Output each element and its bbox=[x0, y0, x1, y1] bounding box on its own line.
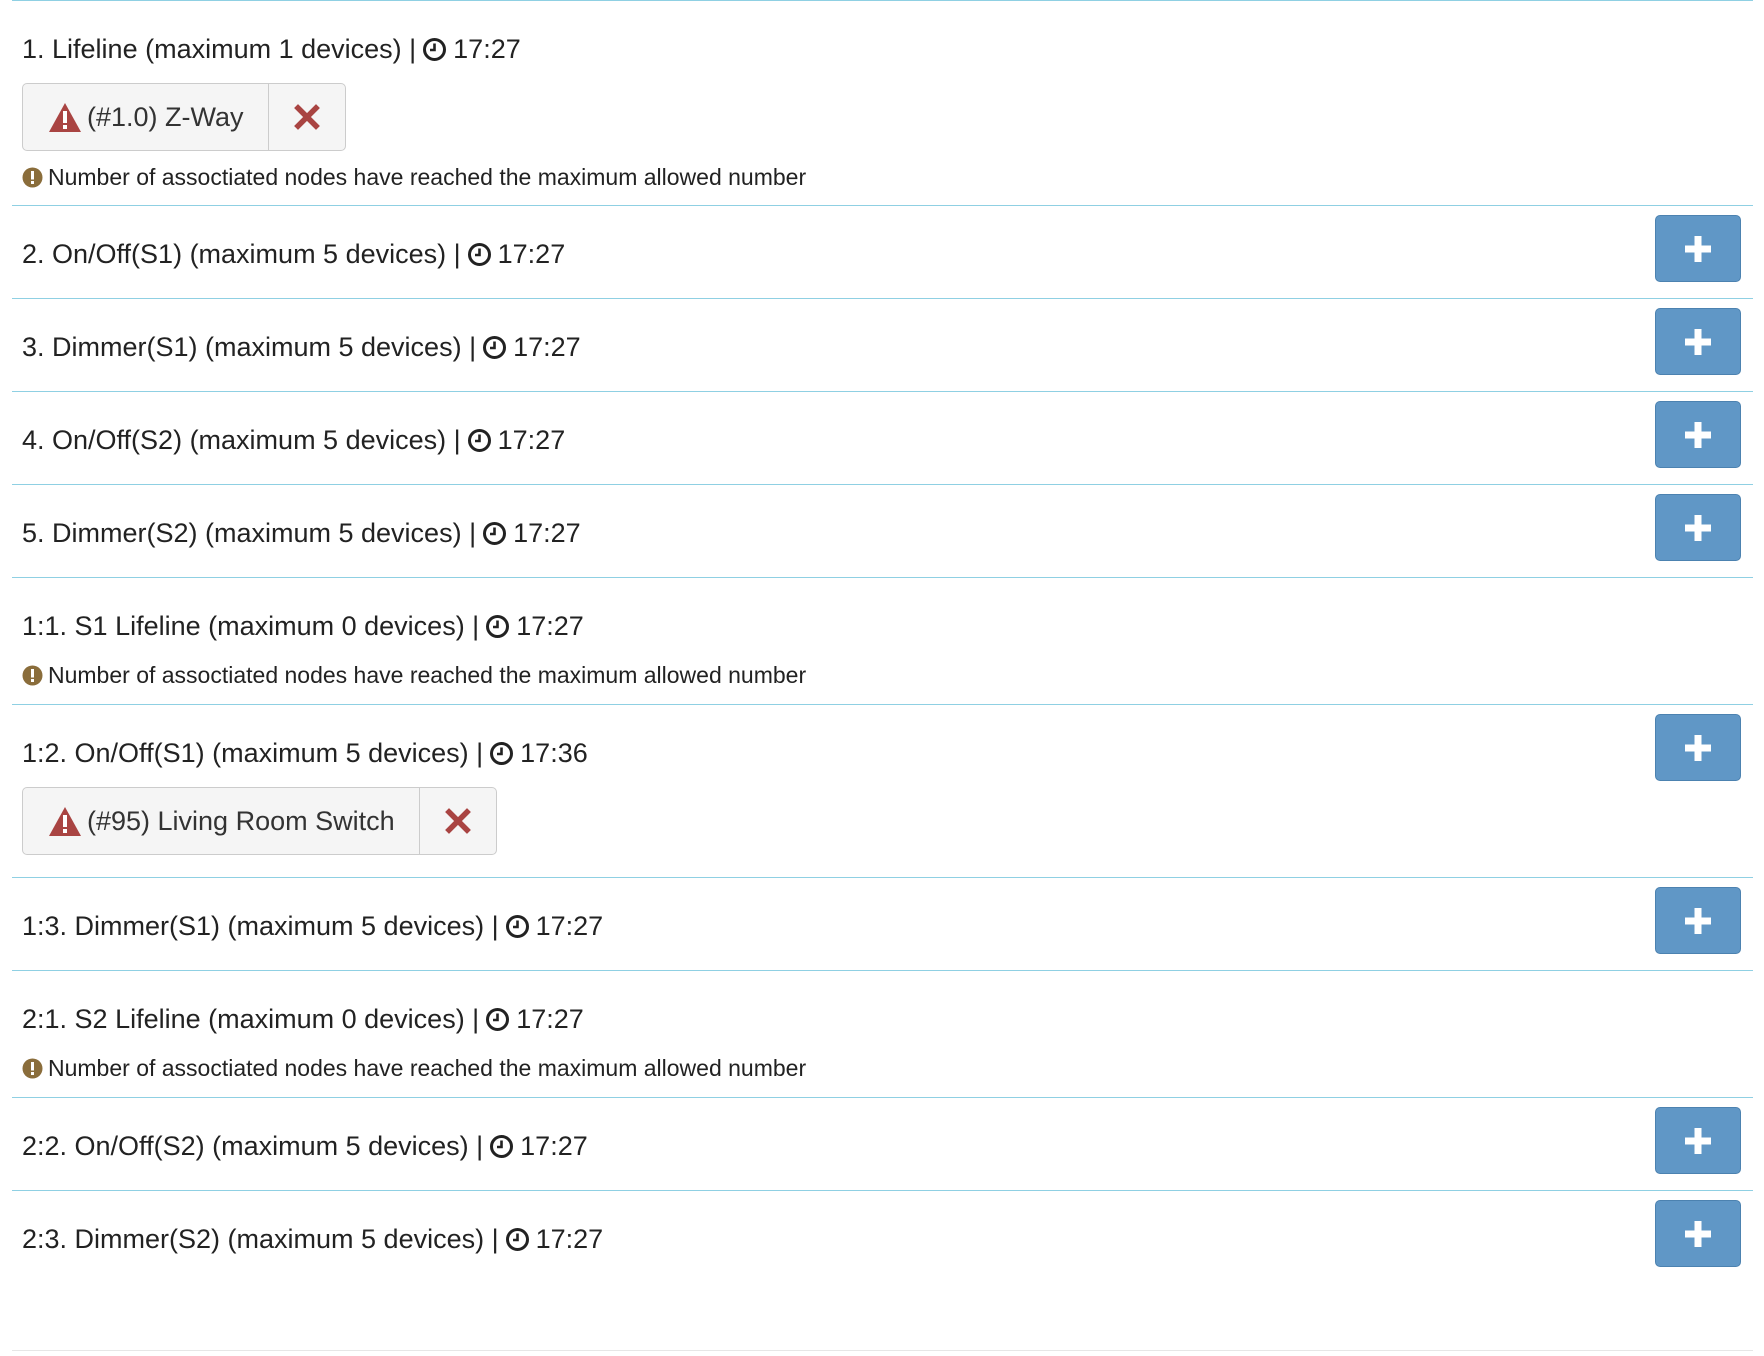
group-title: 4. On/Off(S2) (maximum 5 devices) | 17:2… bbox=[22, 422, 565, 458]
group-title: 2:1. S2 Lifeline (maximum 0 devices) | 1… bbox=[22, 1001, 584, 1037]
association-group: 1:2. On/Off(S1) (maximum 5 devices) | 17… bbox=[12, 704, 1753, 877]
group-time: 17:27 bbox=[513, 518, 581, 548]
node-label: (#1.0) Z-Way bbox=[23, 84, 269, 150]
plus-icon bbox=[1685, 734, 1711, 761]
association-group: 2:1. S2 Lifeline (maximum 0 devices) | 1… bbox=[12, 970, 1753, 1097]
group-title: 1. Lifeline (maximum 1 devices) | 17:27 bbox=[22, 31, 521, 67]
clock-icon bbox=[485, 614, 510, 639]
notice-text: Number of assoctiated nodes have reached… bbox=[48, 164, 807, 190]
group-title-text: 1:1. S1 Lifeline (maximum 0 devices) | bbox=[22, 611, 480, 641]
node-label-text: (#1.0) Z-Way bbox=[87, 101, 244, 132]
group-time: 17:27 bbox=[497, 239, 566, 269]
warning-triangle-icon bbox=[47, 101, 83, 134]
group-time: 17:27 bbox=[497, 425, 566, 455]
exclamation-circle-icon bbox=[22, 167, 43, 188]
clock-icon bbox=[482, 335, 507, 360]
add-node-button[interactable] bbox=[1655, 401, 1741, 468]
clock-icon bbox=[505, 914, 530, 939]
association-group: 4. On/Off(S2) (maximum 5 devices) | 17:2… bbox=[12, 391, 1753, 484]
group-title: 5. Dimmer(S2) (maximum 5 devices) | 17:2… bbox=[22, 515, 581, 551]
plus-icon bbox=[1685, 514, 1711, 541]
group-title-text: 1. Lifeline (maximum 1 devices) | bbox=[22, 34, 417, 64]
association-group: 1. Lifeline (maximum 1 devices) | 17:27 … bbox=[12, 0, 1753, 205]
group-title: 1:1. S1 Lifeline (maximum 0 devices) | 1… bbox=[22, 608, 584, 644]
group-time: 17:27 bbox=[535, 911, 604, 941]
close-x-icon bbox=[444, 808, 471, 834]
group-title-text: 2:1. S2 Lifeline (maximum 0 devices) | bbox=[22, 1004, 480, 1034]
plus-icon bbox=[1685, 421, 1711, 448]
add-node-button[interactable] bbox=[1655, 1200, 1741, 1267]
notice-text: Number of assoctiated nodes have reached… bbox=[48, 1055, 807, 1081]
association-group-list: 1. Lifeline (maximum 1 devices) | 17:27 … bbox=[12, 0, 1753, 1325]
add-node-button[interactable] bbox=[1655, 494, 1741, 561]
association-group: 2. On/Off(S1) (maximum 5 devices) | 17:2… bbox=[12, 205, 1753, 298]
group-title-text: 2:2. On/Off(S2) (maximum 5 devices) | bbox=[22, 1131, 484, 1161]
warning-triangle-icon bbox=[47, 805, 83, 838]
group-title-text: 1:2. On/Off(S1) (maximum 5 devices) | bbox=[22, 738, 484, 768]
group-title: 3. Dimmer(S1) (maximum 5 devices) | 17:2… bbox=[22, 329, 581, 365]
association-group: 2:3. Dimmer(S2) (maximum 5 devices) | 17… bbox=[12, 1190, 1753, 1325]
group-title-text: 4. On/Off(S2) (maximum 5 devices) | bbox=[22, 425, 461, 455]
group-time: 17:36 bbox=[520, 738, 588, 768]
add-node-button[interactable] bbox=[1655, 714, 1741, 781]
plus-icon bbox=[1685, 1220, 1711, 1247]
plus-icon bbox=[1685, 1127, 1711, 1154]
clock-icon bbox=[489, 1134, 514, 1159]
group-time: 17:27 bbox=[453, 34, 521, 64]
plus-icon bbox=[1685, 328, 1711, 355]
add-node-button[interactable] bbox=[1655, 308, 1741, 375]
max-reached-notice: Number of assoctiated nodes have reached… bbox=[22, 164, 806, 191]
group-title: 1:3. Dimmer(S1) (maximum 5 devices) | 17… bbox=[22, 908, 603, 944]
clock-icon bbox=[505, 1227, 530, 1252]
group-title: 2:2. On/Off(S2) (maximum 5 devices) | 17… bbox=[22, 1128, 588, 1164]
group-title: 2:3. Dimmer(S2) (maximum 5 devices) | 17… bbox=[22, 1221, 603, 1257]
exclamation-circle-icon bbox=[22, 1058, 43, 1079]
association-group: 3. Dimmer(S1) (maximum 5 devices) | 17:2… bbox=[12, 298, 1753, 391]
group-time: 17:27 bbox=[513, 332, 581, 362]
group-title: 2. On/Off(S1) (maximum 5 devices) | 17:2… bbox=[22, 236, 565, 272]
list-bottom-divider bbox=[12, 1350, 1753, 1351]
add-node-button[interactable] bbox=[1655, 887, 1741, 954]
clock-icon bbox=[422, 37, 447, 62]
associated-node: (#95) Living Room Switch bbox=[22, 787, 497, 855]
group-title-text: 2:3. Dimmer(S2) (maximum 5 devices) | bbox=[22, 1224, 499, 1254]
association-group: 1:1. S1 Lifeline (maximum 0 devices) | 1… bbox=[12, 577, 1753, 704]
clock-icon bbox=[467, 242, 492, 267]
remove-node-button[interactable] bbox=[269, 84, 345, 150]
association-group: 1:3. Dimmer(S1) (maximum 5 devices) | 17… bbox=[12, 877, 1753, 970]
add-node-button[interactable] bbox=[1655, 215, 1741, 282]
group-title: 1:2. On/Off(S1) (maximum 5 devices) | 17… bbox=[22, 735, 588, 771]
node-label: (#95) Living Room Switch bbox=[23, 788, 420, 854]
group-time: 17:27 bbox=[516, 611, 584, 641]
clock-icon bbox=[485, 1007, 510, 1032]
clock-icon bbox=[482, 521, 507, 546]
plus-icon bbox=[1685, 907, 1711, 934]
add-node-button[interactable] bbox=[1655, 1107, 1741, 1174]
association-group: 2:2. On/Off(S2) (maximum 5 devices) | 17… bbox=[12, 1097, 1753, 1190]
max-reached-notice: Number of assoctiated nodes have reached… bbox=[22, 1055, 806, 1082]
group-title-text: 5. Dimmer(S2) (maximum 5 devices) | bbox=[22, 518, 477, 548]
remove-node-button[interactable] bbox=[420, 788, 496, 854]
close-x-icon bbox=[293, 104, 320, 130]
group-time: 17:27 bbox=[520, 1131, 588, 1161]
group-time: 17:27 bbox=[535, 1224, 604, 1254]
clock-icon bbox=[489, 741, 514, 766]
association-group: 5. Dimmer(S2) (maximum 5 devices) | 17:2… bbox=[12, 484, 1753, 577]
exclamation-circle-icon bbox=[22, 665, 43, 686]
notice-text: Number of assoctiated nodes have reached… bbox=[48, 662, 807, 688]
associated-node: (#1.0) Z-Way bbox=[22, 83, 346, 151]
plus-icon bbox=[1685, 235, 1711, 262]
max-reached-notice: Number of assoctiated nodes have reached… bbox=[22, 662, 806, 689]
clock-icon bbox=[467, 428, 492, 453]
group-title-text: 2. On/Off(S1) (maximum 5 devices) | bbox=[22, 239, 461, 269]
group-time: 17:27 bbox=[516, 1004, 584, 1034]
node-label-text: (#95) Living Room Switch bbox=[87, 805, 395, 836]
group-title-text: 3. Dimmer(S1) (maximum 5 devices) | bbox=[22, 332, 477, 362]
group-title-text: 1:3. Dimmer(S1) (maximum 5 devices) | bbox=[22, 911, 499, 941]
